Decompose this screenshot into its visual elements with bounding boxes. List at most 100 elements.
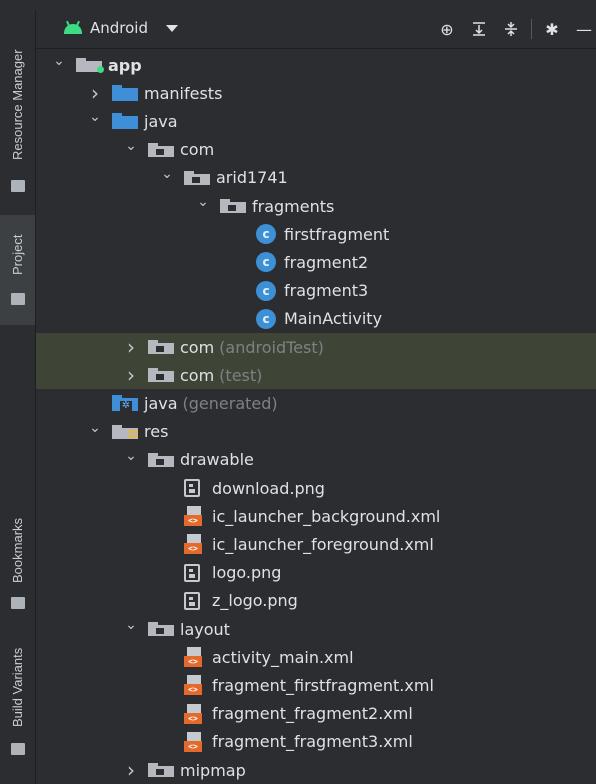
- chevron-down-icon[interactable]: ⌄: [160, 166, 174, 182]
- package-icon: [148, 142, 174, 157]
- tree-item-label: manifests: [144, 83, 223, 103]
- chevron-down-icon[interactable]: ⌄: [196, 194, 210, 210]
- chevron-down-icon: [166, 24, 178, 32]
- tree-item-suffix: (generated): [182, 393, 278, 413]
- tree-row[interactable]: › com (test): [36, 361, 596, 390]
- tree-item-label: app: [108, 55, 142, 75]
- side-tab-label: Bookmarks: [10, 517, 25, 583]
- tree-row[interactable]: ⌄ res: [36, 418, 596, 446]
- class-icon: c: [256, 224, 276, 245]
- tree-item-label: fragment3: [284, 281, 369, 301]
- tree-row[interactable]: c fragment3: [36, 277, 596, 305]
- tree-row[interactable]: ⌄ com: [36, 136, 596, 164]
- tree-row[interactable]: › mipmap: [36, 756, 596, 784]
- side-tab-build-variants[interactable]: Build Variants: [0, 635, 35, 760]
- tree-row[interactable]: ⌄ drawable: [36, 446, 596, 474]
- project-tree: ⌄ app › manifests ⌄ java ⌄ com ⌄ arid1741 ⌄ fragmen…: [36, 49, 596, 784]
- tree-row[interactable]: <> ic_launcher_background.xml: [36, 502, 596, 530]
- chevron-down-icon[interactable]: ⌄: [124, 617, 138, 633]
- side-tab-label: Build Variants: [10, 647, 25, 727]
- view-mode-dropdown[interactable]: Android: [64, 19, 178, 37]
- expand-all-icon[interactable]: [467, 18, 491, 40]
- resource-manager-icon: [11, 180, 25, 192]
- tree-item-label: drawable: [180, 450, 254, 470]
- tree-item-label: fragment_firstfragment.xml: [212, 675, 434, 695]
- chevron-down-icon[interactable]: ⌄: [124, 448, 138, 464]
- tree-item-label: ic_launcher_background.xml: [212, 506, 441, 526]
- tree-row[interactable]: <> activity_main.xml: [36, 643, 596, 671]
- android-icon: [64, 20, 82, 34]
- tree-row[interactable]: logo.png: [36, 559, 596, 587]
- tree-item-label: fragment_fragment2.xml: [212, 704, 413, 724]
- chevron-down-icon[interactable]: ⌄: [124, 138, 138, 154]
- chevron-right-icon[interactable]: ›: [124, 758, 138, 782]
- tree-item-label: mipmap: [180, 760, 246, 780]
- class-icon: c: [256, 280, 276, 301]
- tree-row[interactable]: <> fragment_firstfragment.xml: [36, 671, 596, 699]
- tree-row[interactable]: z_logo.png: [36, 587, 596, 615]
- tree-row[interactable]: ⌄ fragments: [36, 192, 596, 220]
- tree-item-label: arid1741: [216, 168, 288, 188]
- minimize-icon[interactable]: —: [572, 18, 596, 40]
- tree-item-label: java: [144, 111, 178, 131]
- tree-row[interactable]: ⌄ layout: [36, 615, 596, 643]
- tree-row[interactable]: › com (androidTest): [36, 333, 596, 361]
- tree-item-label: fragment_fragment3.xml: [212, 732, 413, 752]
- project-icon: [11, 293, 25, 305]
- tree-item-label: logo.png: [212, 563, 282, 583]
- package-icon: [148, 368, 174, 383]
- package-icon: [148, 452, 174, 467]
- tree-item-label: res: [144, 422, 169, 442]
- tree-row[interactable]: <> ic_launcher_foreground.xml: [36, 530, 596, 558]
- xml-file-icon: <>: [184, 506, 204, 527]
- project-toolbar: Android ⊕ ✱ —: [36, 10, 596, 49]
- bookmark-icon: [11, 597, 25, 609]
- tree-item-suffix: (androidTest): [219, 337, 324, 357]
- tree-row[interactable]: ⌄ app: [36, 51, 596, 79]
- image-file-icon: [184, 591, 200, 610]
- tree-row[interactable]: <> fragment_fragment3.xml: [36, 728, 596, 756]
- chevron-right-icon[interactable]: ›: [124, 335, 138, 359]
- side-tab-label: Project: [10, 234, 25, 275]
- folder-blue-icon: [112, 85, 138, 102]
- collapse-all-icon[interactable]: [499, 18, 523, 40]
- tree-row[interactable]: c MainActivity: [36, 305, 596, 333]
- side-tab-bookmarks[interactable]: Bookmarks: [0, 505, 35, 625]
- xml-file-icon: <>: [184, 703, 204, 724]
- package-icon: [148, 340, 174, 354]
- tree-row[interactable]: ✲ java (generated): [36, 389, 596, 417]
- side-tab-resource-manager[interactable]: Resource Manager: [0, 10, 35, 200]
- chevron-down-icon[interactable]: ⌄: [52, 53, 66, 69]
- xml-file-icon: <>: [184, 731, 204, 752]
- tree-item-label: activity_main.xml: [212, 647, 354, 667]
- tree-row[interactable]: c fragment2: [36, 248, 596, 276]
- xml-file-icon: <>: [184, 675, 204, 696]
- tree-item-label: com: [180, 337, 215, 357]
- tree-row[interactable]: c firstfragment: [36, 220, 596, 248]
- tree-item-label: download.png: [212, 478, 325, 498]
- chevron-right-icon[interactable]: ›: [124, 363, 138, 387]
- side-tab-label: Resource Manager: [10, 49, 25, 160]
- chevron-right-icon[interactable]: ›: [88, 81, 102, 105]
- left-tool-strip: Resource Manager Project Bookmarks Build…: [0, 10, 36, 784]
- locate-icon[interactable]: ⊕: [435, 18, 459, 40]
- tree-row[interactable]: <> fragment_fragment2.xml: [36, 700, 596, 728]
- generated-folder-icon: ✲: [112, 395, 138, 412]
- tree-row[interactable]: ⌄ java: [36, 107, 596, 135]
- view-mode-label: Android: [90, 19, 148, 37]
- tree-row[interactable]: ⌄ arid1741: [36, 164, 596, 192]
- chevron-down-icon[interactable]: ⌄: [88, 420, 102, 436]
- tree-row[interactable]: › manifests: [36, 79, 596, 107]
- image-file-icon: [184, 563, 200, 582]
- package-icon: [148, 763, 174, 777]
- package-icon: [220, 199, 246, 213]
- chevron-down-icon[interactable]: ⌄: [88, 109, 102, 125]
- tree-item-label: MainActivity: [284, 309, 383, 329]
- tree-row[interactable]: download.png: [36, 474, 596, 502]
- xml-file-icon: <>: [184, 534, 204, 555]
- side-tab-project[interactable]: Project: [0, 215, 35, 325]
- gear-icon[interactable]: ✱: [540, 18, 564, 40]
- tree-item-label: fragment2: [284, 252, 369, 272]
- tree-item-suffix: (test): [219, 365, 263, 385]
- tree-item-label: com: [180, 140, 215, 160]
